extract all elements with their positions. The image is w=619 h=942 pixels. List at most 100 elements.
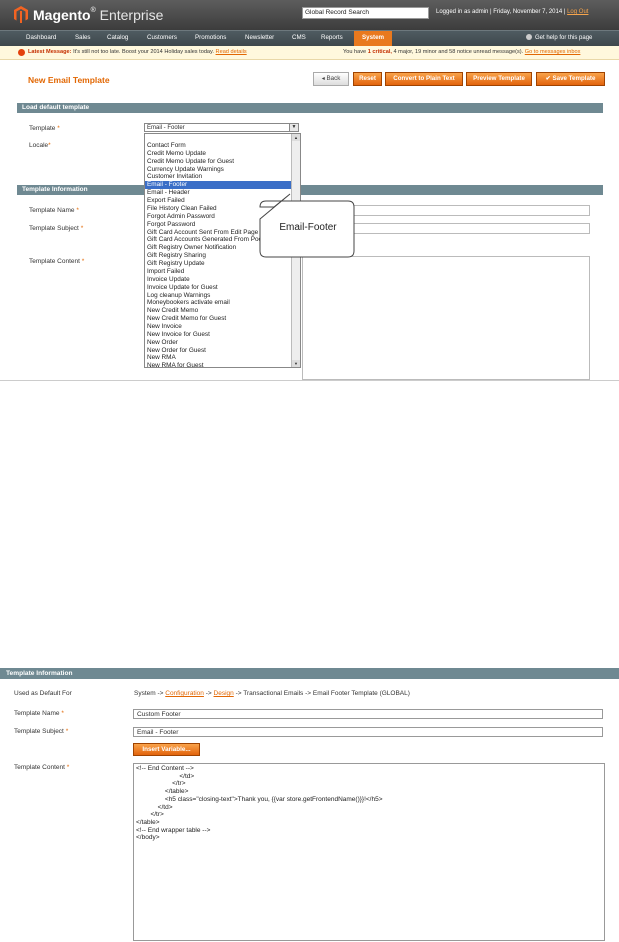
template-option[interactable]: Credit Memo Update — [147, 150, 206, 158]
messages-inbox-link[interactable]: Go to messages inbox — [525, 49, 581, 55]
template-subject-input-2[interactable]: Email - Footer — [133, 727, 603, 737]
magento-logo-icon — [14, 6, 28, 23]
template-option[interactable]: New RMA — [147, 354, 176, 362]
template-content-textarea-2[interactable]: <!-- End Content --> </td> </tr> </table… — [133, 763, 605, 941]
template-option[interactable]: New Invoice — [147, 323, 182, 331]
template-option[interactable]: Gift Card Account Sent From Edit Page — [147, 229, 258, 237]
nav-customers[interactable]: Customers — [147, 34, 177, 41]
template-option[interactable]: Moneybookers activate email — [147, 299, 230, 307]
convert-plain-text-button[interactable]: Convert to Plain Text — [385, 72, 463, 86]
template-name-input-2[interactable]: Custom Footer — [133, 709, 603, 719]
required-marker: * — [66, 764, 70, 771]
back-label: Back — [326, 75, 341, 82]
nav-dashboard[interactable]: Dashboard — [26, 34, 56, 41]
help-icon — [526, 34, 532, 40]
template-option[interactable]: Export Failed — [147, 197, 185, 205]
template-option[interactable]: New Credit Memo for Guest — [147, 315, 226, 323]
summary-pre: You have — [343, 49, 367, 55]
system-message-bar: Latest Message: It's still not too late.… — [0, 46, 619, 60]
main-nav: Dashboard Sales Catalog Customers Promot… — [0, 30, 619, 46]
template-name-label-text: Template Name — [29, 207, 75, 214]
admin-header: Magento® Enterprise Global Record Search… — [0, 0, 619, 30]
template-content-label-text: Template Content — [29, 258, 80, 265]
login-text: Logged in as admin | Friday, November 7,… — [436, 9, 566, 15]
template-option[interactable]: New Order for Guest — [147, 347, 206, 355]
design-link[interactable]: Design — [214, 690, 234, 697]
save-icon: ✔ — [545, 75, 553, 82]
template-option[interactable]: Currency Update Warnings — [147, 166, 224, 174]
template-option[interactable]: New Invoice for Guest — [147, 331, 210, 339]
critical-count[interactable]: 1 critical, — [368, 49, 392, 55]
required-marker: * — [76, 207, 79, 214]
locale-label-text: Locale — [29, 142, 49, 149]
help-label: Get help for this page — [535, 35, 593, 41]
template-name-label-2: Template Name * — [14, 710, 64, 717]
template-option[interactable]: New Order — [147, 339, 178, 347]
nav-newsletter[interactable]: Newsletter — [245, 34, 274, 41]
read-details-link[interactable]: Read details — [216, 49, 247, 55]
login-info: Logged in as admin | Friday, November 7,… — [436, 9, 588, 15]
template-label-text: Template — [29, 125, 56, 132]
required-marker: * — [65, 728, 69, 735]
template-option[interactable]: Credit Memo Update for Guest — [147, 158, 234, 166]
chevron-down-icon[interactable]: ▼ — [289, 124, 298, 131]
template-content-label-2-text: Template Content — [14, 764, 65, 771]
scroll-down-icon[interactable]: ▼ — [292, 360, 300, 367]
template-option[interactable]: File History Clean Failed — [147, 205, 217, 213]
logo-suffix: Enterprise — [99, 7, 164, 23]
template-option[interactable]: New RMA for Guest — [147, 362, 203, 367]
template-name-label: Template Name * — [29, 207, 79, 214]
used-post: -> Transactional Emails -> Email Footer … — [235, 690, 410, 697]
page-title: New Email Template — [28, 75, 110, 85]
template-name-label-2-text: Template Name — [14, 710, 60, 717]
required-marker: * — [61, 710, 64, 717]
preview-template-button[interactable]: Preview Template — [466, 72, 532, 86]
template-info-header-2: Template Information — [0, 668, 619, 679]
save-label: Save Template — [552, 75, 596, 82]
help-link[interactable]: Get help for this page — [526, 34, 592, 41]
template-select[interactable]: Email - Footer ▼ — [144, 123, 299, 132]
logout-link[interactable]: Log Out — [567, 9, 588, 15]
template-option[interactable]: Forgot Admin Password — [147, 213, 215, 221]
template-option[interactable]: Invoice Update — [147, 276, 190, 284]
template-option[interactable]: Invoice Update for Guest — [147, 284, 218, 292]
nav-promotions[interactable]: Promotions — [195, 34, 226, 41]
template-option[interactable]: Forgot Password — [147, 221, 195, 229]
required-marker: * — [80, 225, 84, 232]
template-option[interactable]: Gift Registry Owner Notification — [147, 244, 236, 252]
template-option[interactable]: Import Failed — [147, 268, 184, 276]
message-summary: You have 1 critical, 4 major, 19 minor a… — [343, 49, 580, 55]
nav-cms[interactable]: CMS — [292, 34, 306, 41]
template-option[interactable]: Email - Footer — [145, 181, 291, 190]
template-label: Template * — [29, 125, 60, 132]
insert-variable-button[interactable]: Insert Variable... — [133, 743, 200, 756]
template-content-textarea[interactable] — [302, 256, 590, 380]
template-subject-label-2: Template Subject * — [14, 728, 68, 735]
nav-system[interactable]: System — [354, 31, 392, 46]
logo-tm: ® — [90, 7, 96, 14]
nav-catalog[interactable]: Catalog — [107, 34, 128, 41]
template-option[interactable]: Gift Registry Update — [147, 260, 205, 268]
scroll-up-icon[interactable]: ▲ — [292, 134, 300, 141]
template-subject-label: Template Subject * — [29, 225, 83, 232]
nav-sales[interactable]: Sales — [75, 34, 90, 41]
global-search-input[interactable]: Global Record Search — [302, 7, 429, 19]
required-marker: * — [57, 125, 60, 132]
locale-label: Locale* — [29, 142, 51, 149]
reset-button[interactable]: Reset — [353, 72, 382, 86]
template-option[interactable]: New Credit Memo — [147, 307, 198, 315]
template-option[interactable]: Gift Card Accounts Generated From Pool — [147, 236, 264, 244]
used-as-default-value: System -> Configuration -> Design -> Tra… — [134, 690, 410, 697]
used-as-default-label: Used as Default For — [14, 690, 72, 697]
template-option[interactable]: Email - Header — [147, 189, 190, 197]
template-option[interactable]: Customer Invitation — [147, 173, 202, 181]
nav-reports[interactable]: Reports — [321, 34, 343, 41]
used-arrow: -> — [205, 690, 212, 697]
configuration-link[interactable]: Configuration — [165, 690, 204, 697]
template-option[interactable]: Log cleanup Warnings — [147, 292, 210, 300]
back-button[interactable]: ◂ Back — [313, 72, 349, 86]
template-option[interactable]: Gift Registry Sharing — [147, 252, 206, 260]
save-template-button[interactable]: ✔ Save Template — [536, 72, 605, 86]
bottom-screenshot: Template Information Used as Default For… — [0, 668, 619, 942]
template-option[interactable]: Contact Form — [147, 142, 186, 150]
